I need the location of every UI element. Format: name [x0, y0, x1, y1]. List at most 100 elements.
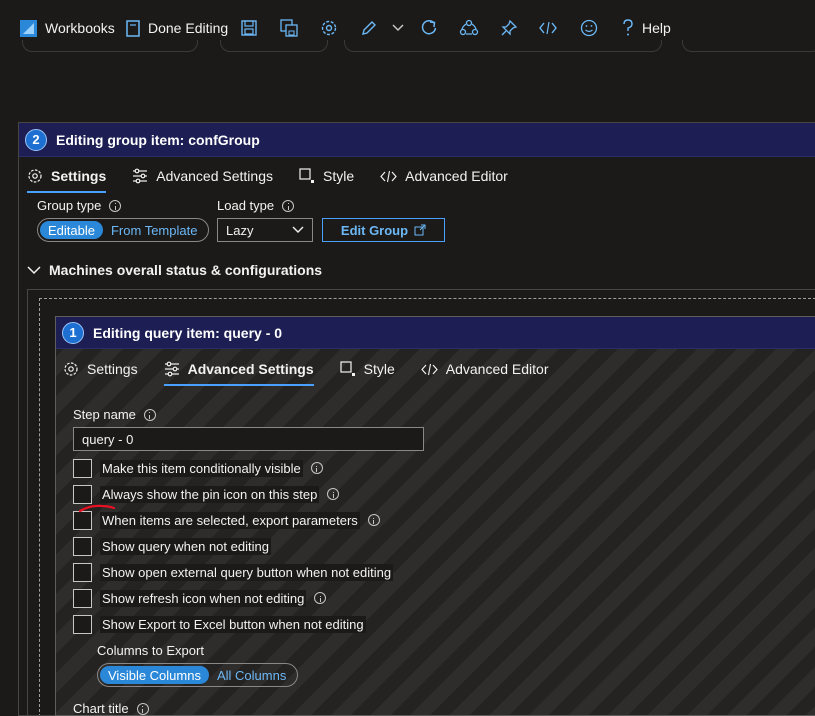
- section-title: Machines overall status & configurations: [49, 262, 323, 278]
- tab-style[interactable]: Style: [340, 352, 395, 386]
- query-item-title: Editing query item: query - 0: [93, 324, 283, 341]
- document-icon: [126, 19, 140, 37]
- settings-button[interactable]: [320, 14, 338, 42]
- pin-button[interactable]: [500, 14, 518, 42]
- tab-label: Settings: [87, 361, 138, 377]
- style-icon: [340, 361, 355, 376]
- annotation-underline: [78, 504, 116, 513]
- group-type-option-template[interactable]: From Template: [103, 221, 205, 239]
- gear-icon: [28, 169, 42, 183]
- share-button[interactable]: [459, 14, 479, 42]
- tab-settings[interactable]: Settings: [63, 352, 138, 386]
- gear-icon: [321, 20, 337, 36]
- pencil-icon: [362, 21, 376, 35]
- tab-label: Style: [363, 361, 395, 377]
- checkbox[interactable]: [73, 458, 92, 478]
- chevron-down-icon: [292, 226, 304, 233]
- pin-icon: [501, 19, 518, 36]
- tab-advanced-editor[interactable]: Advanced Editor: [420, 352, 549, 386]
- query-item-tabs: Settings Advanced Settings Style Advance…: [63, 352, 574, 386]
- group-item-tabs: Settings Advanced Settings Style Advance…: [27, 159, 534, 193]
- done-editing-label: Done Editing: [148, 20, 229, 36]
- gear-icon: [64, 362, 78, 376]
- info-icon[interactable]: [109, 199, 122, 212]
- workbooks-icon: [20, 19, 37, 37]
- load-type-select[interactable]: Lazy: [217, 218, 313, 242]
- load-type-label: Load type: [217, 198, 295, 213]
- columns-to-export-toggle: Visible Columns All Columns: [97, 663, 298, 687]
- edit-button[interactable]: [360, 14, 378, 42]
- chart-title-label: Chart title: [73, 701, 149, 716]
- help-button[interactable]: Help: [622, 14, 671, 42]
- columns-option-visible[interactable]: Visible Columns: [100, 666, 209, 684]
- style-icon: [299, 168, 314, 183]
- tab-advanced-settings[interactable]: Advanced Settings: [163, 352, 314, 386]
- info-icon[interactable]: [282, 199, 295, 212]
- save-as-icon: [280, 19, 298, 37]
- group-type-option-editable[interactable]: Editable: [40, 221, 103, 239]
- checkbox[interactable]: [73, 562, 92, 582]
- checkbox[interactable]: [73, 536, 92, 556]
- tab-label: Advanced Editor: [445, 361, 549, 377]
- checkbox-label: Show query when not editing: [100, 537, 271, 555]
- columns-to-export-text: Columns to Export: [97, 643, 204, 658]
- info-icon[interactable]: [310, 462, 323, 474]
- toolbar-ghost: [682, 40, 815, 52]
- share-icon: [459, 19, 479, 36]
- group-type-text: Group type: [37, 198, 102, 213]
- checkbox[interactable]: [73, 588, 92, 608]
- info-icon[interactable]: [367, 514, 380, 526]
- checkbox-always-show-pin[interactable]: Always show the pin icon on this step: [73, 484, 340, 504]
- feedback-button[interactable]: [580, 14, 598, 42]
- smiley-icon: [580, 19, 598, 37]
- checkbox[interactable]: [73, 484, 92, 504]
- tab-advanced-settings[interactable]: Advanced Settings: [132, 159, 273, 193]
- checkbox-label: Show refresh icon when not editing: [100, 589, 307, 607]
- tab-label: Style: [322, 168, 355, 184]
- checkbox-show-query[interactable]: Show query when not editing: [73, 536, 271, 556]
- step-name-input[interactable]: query - 0: [73, 427, 424, 451]
- tab-label: Advanced Settings: [156, 168, 273, 184]
- tab-advanced-editor[interactable]: Advanced Editor: [380, 159, 508, 193]
- load-type-value: Lazy: [226, 222, 254, 238]
- step-name-text: Step name: [73, 407, 136, 422]
- save-as-button[interactable]: [280, 14, 298, 42]
- edit-dropdown-button[interactable]: [392, 14, 404, 42]
- checkbox-label: Show open external query button when not…: [100, 563, 394, 581]
- external-link-icon: [414, 224, 426, 236]
- checkbox-conditionally-visible[interactable]: Make this item conditionally visible: [73, 458, 323, 478]
- checkbox-show-refresh[interactable]: Show refresh icon when not editing: [73, 588, 327, 608]
- chevron-down-icon: [392, 24, 404, 32]
- checkbox-export-excel[interactable]: Show Export to Excel button when not edi…: [73, 614, 366, 634]
- code-icon: [380, 170, 397, 182]
- done-editing-button[interactable]: Done Editing: [126, 14, 228, 42]
- tab-style[interactable]: Style: [299, 159, 354, 193]
- checkbox-label: When items are selected, export paramete…: [100, 511, 360, 529]
- code-icon: [539, 21, 557, 35]
- info-icon[interactable]: [143, 408, 156, 421]
- step-name-value: query - 0: [82, 431, 134, 447]
- help-label: Help: [642, 20, 671, 36]
- code-button[interactable]: [539, 14, 557, 42]
- tab-label: Advanced Editor: [405, 168, 508, 184]
- group-item-header: 2 Editing group item: confGroup: [19, 123, 815, 157]
- columns-option-all[interactable]: All Columns: [209, 666, 294, 684]
- chart-title-text: Chart title: [73, 701, 129, 716]
- info-icon[interactable]: [327, 488, 340, 500]
- workbooks-button[interactable]: Workbooks: [20, 14, 115, 42]
- refresh-icon: [421, 19, 437, 35]
- query-item-header: 1 Editing query item: query - 0: [56, 317, 815, 349]
- chevron-down-icon: [27, 265, 41, 274]
- checkbox[interactable]: [73, 614, 92, 634]
- checkbox-open-external-query[interactable]: Show open external query button when not…: [73, 562, 394, 582]
- code-icon: [420, 363, 438, 375]
- section-header[interactable]: Machines overall status & configurations: [27, 262, 322, 278]
- save-button[interactable]: [241, 14, 257, 42]
- info-icon[interactable]: [136, 702, 149, 715]
- tab-settings[interactable]: Settings: [27, 159, 107, 193]
- save-icon: [241, 20, 257, 36]
- info-icon[interactable]: [314, 592, 327, 604]
- edit-group-button[interactable]: Edit Group: [322, 218, 445, 242]
- checkbox-export-parameters[interactable]: When items are selected, export paramete…: [73, 510, 380, 530]
- refresh-button[interactable]: [420, 14, 438, 42]
